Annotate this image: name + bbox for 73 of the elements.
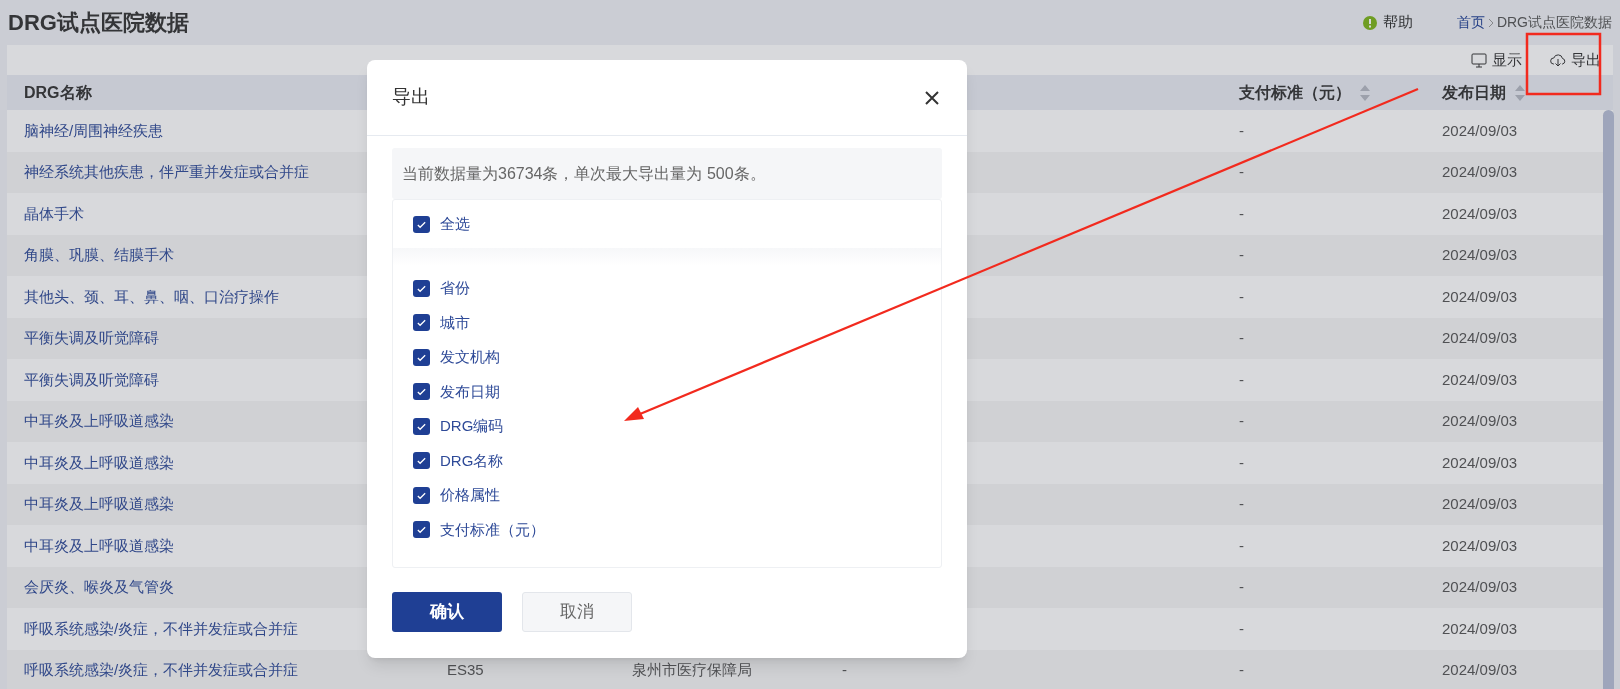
table-cell-text: 2024/09/03 (1442, 328, 1519, 348)
field-option[interactable]: 发文机构 (393, 340, 941, 375)
table-cell-text: 2024/09/03 (1442, 286, 1519, 307)
table-cell-text: - (1239, 328, 1245, 348)
field-option[interactable]: DRG名称 (393, 443, 941, 478)
field-option[interactable]: DRG编码 (393, 409, 941, 444)
table-cell-text: 2024/09/03 (1442, 535, 1519, 556)
notice-text: 当前数据量为36734条，单次最大导出量为 500条。 (402, 163, 766, 184)
table-cell-text: 2024/09/03 (1442, 162, 1519, 182)
check-icon (416, 317, 427, 329)
checkbox[interactable] (413, 486, 430, 504)
checkbox[interactable] (413, 452, 430, 470)
table-cell-text: - (1239, 286, 1245, 307)
table-cell-text: 2024/09/03 (1442, 452, 1519, 473)
display-button[interactable]: 显示 (1471, 48, 1522, 72)
table-cell-text: - (1239, 120, 1245, 141)
check-icon (416, 524, 427, 536)
table-cell-text: 2024/09/03 (1442, 203, 1519, 224)
table-cell-text: - (1239, 411, 1245, 431)
table-cell-text: 2024/09/03 (1442, 660, 1519, 680)
select-all-option[interactable]: 全选 (393, 200, 941, 248)
help-link[interactable]: 帮助 (1382, 11, 1413, 34)
info-icon (1362, 15, 1377, 30)
checkbox[interactable] (413, 383, 430, 401)
checkbox[interactable] (413, 417, 430, 435)
cancel-button[interactable]: 取消 (522, 592, 632, 632)
field-option[interactable]: 支付标准（元） (393, 512, 941, 547)
breadcrumb-current[interactable]: DRG试点医院数据 (1496, 12, 1612, 33)
table-cell-text: - (1239, 535, 1245, 556)
table-cell-text: 泉州市医疗保障局 (632, 660, 753, 680)
check-icon (416, 455, 427, 467)
checkbox[interactable] (413, 521, 430, 539)
checkbox[interactable] (413, 215, 430, 233)
table-cell-text: - (1239, 245, 1245, 265)
checkbox[interactable] (413, 348, 430, 366)
table-cell-text: - (1239, 494, 1245, 514)
checkbox[interactable] (413, 279, 430, 297)
scrollbar-thumb[interactable] (1603, 110, 1614, 689)
field-option[interactable]: 价格属性 (393, 478, 941, 513)
table-cell-text: - (1239, 577, 1245, 597)
table-cell-text: - (1239, 162, 1245, 182)
breadcrumb-link[interactable]: 首页 (1456, 12, 1485, 33)
table-cell-text: - (1239, 618, 1245, 639)
table-cell-text: 2024/09/03 (1442, 494, 1519, 514)
field-option[interactable]: 城市 (393, 305, 941, 340)
column-title: DRG名称 (24, 82, 92, 103)
confirm-button[interactable]: 确认 (392, 592, 502, 632)
dialog-title: 导出 (392, 85, 430, 110)
chevron-icon (1487, 17, 1494, 28)
page-title: DRG试点医院数据 (8, 9, 189, 37)
column-title: 发布日期 (1442, 82, 1506, 103)
close-icon (925, 90, 939, 105)
table-cell-text: 2024/09/03 (1442, 411, 1519, 431)
table-cell-text: 2024/09/03 (1442, 245, 1519, 265)
table-cell-text: - (1239, 203, 1245, 224)
table-cell-text: 2024/09/03 (1442, 369, 1519, 390)
field-option[interactable]: 省份 (393, 271, 941, 306)
drg-name-link[interactable]: 呼吸系统感染/炎症，不伴并发症或合并症 (24, 659, 447, 682)
checkbox[interactable] (413, 314, 430, 332)
download-icon (1550, 52, 1566, 68)
table-cell-text: 2024/09/03 (1442, 577, 1519, 597)
table-cell-text: 2024/09/03 (1442, 618, 1519, 639)
column-title: 支付标准（元） (1239, 82, 1351, 103)
table-cell-text: - (1239, 369, 1245, 390)
monitor-icon (1471, 52, 1487, 68)
table-cell-text: - (1239, 452, 1245, 473)
table-cell-text: - (842, 660, 848, 680)
table-cell-text: ES35 (447, 660, 485, 680)
table-cell-text: - (1239, 660, 1245, 680)
check-icon (416, 386, 427, 398)
export-button[interactable]: 导出 (1550, 48, 1601, 72)
field-option[interactable]: 发布日期 (393, 374, 941, 409)
table-cell-text: 2024/09/03 (1442, 120, 1519, 141)
